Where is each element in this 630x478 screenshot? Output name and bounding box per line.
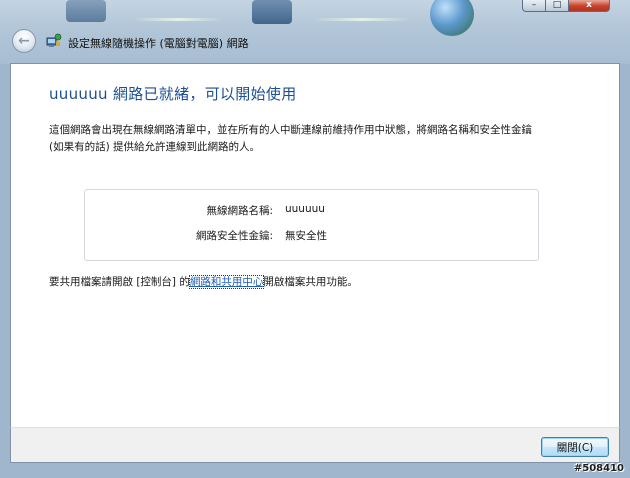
aero-title-bar: – □ x ← 設定無線隨機操作 (電腦對電腦) 網路 bbox=[0, 0, 630, 64]
security-key-value: 無安全性 bbox=[285, 230, 327, 242]
computer-icon bbox=[252, 0, 292, 24]
watermark-text: #508410 bbox=[573, 463, 624, 474]
computer-icon bbox=[66, 0, 106, 22]
network-name-value: uuuuuu bbox=[285, 203, 325, 215]
main-panel: uuuuuu 網路已就緒，可以開始使用 這個網路會出現在無線網路清單中，並在所有… bbox=[10, 63, 620, 427]
network-info-box: 無線網路名稱: uuuuuu 網路安全性金鑰: 無安全性 bbox=[84, 189, 539, 261]
description-text: 這個網路會出現在無線網路清單中，並在所有的人中斷連線前維持作用中狀態，將網路名稱… bbox=[49, 124, 532, 153]
maximize-button[interactable]: □ bbox=[546, 0, 569, 12]
back-button[interactable]: ← bbox=[12, 29, 36, 53]
globe-icon bbox=[430, 0, 474, 36]
wireless-network-icon bbox=[46, 33, 62, 47]
window-title: 設定無線隨機操作 (電腦對電腦) 網路 bbox=[68, 37, 249, 50]
security-key-label: 網路安全性金鑰: bbox=[195, 230, 273, 242]
network-sharing-center-link[interactable]: 網路和共用中心 bbox=[188, 275, 265, 289]
share-prefix-text: 要共用檔案請開啟 [控制台] 的 bbox=[49, 276, 190, 288]
connection-line bbox=[134, 18, 222, 21]
share-suffix-text: 開啟檔案共用功能。 bbox=[263, 276, 358, 288]
file-sharing-text: 要共用檔案請開啟 [控制台] 的網路和共用中心開啟檔案共用功能。 bbox=[49, 274, 358, 289]
dialog-footer: 關閉(C) bbox=[10, 427, 620, 463]
close-button[interactable]: 關閉(C) bbox=[541, 437, 609, 457]
close-window-button[interactable]: x bbox=[569, 0, 610, 12]
connection-line bbox=[314, 18, 410, 21]
network-name-label: 無線網路名稱: bbox=[206, 205, 273, 217]
window-controls: – □ x bbox=[522, 0, 610, 12]
page-heading: uuuuuu 網路已就緒，可以開始使用 bbox=[49, 85, 297, 103]
back-arrow-icon: ← bbox=[18, 33, 30, 49]
minimize-button[interactable]: – bbox=[522, 0, 546, 12]
